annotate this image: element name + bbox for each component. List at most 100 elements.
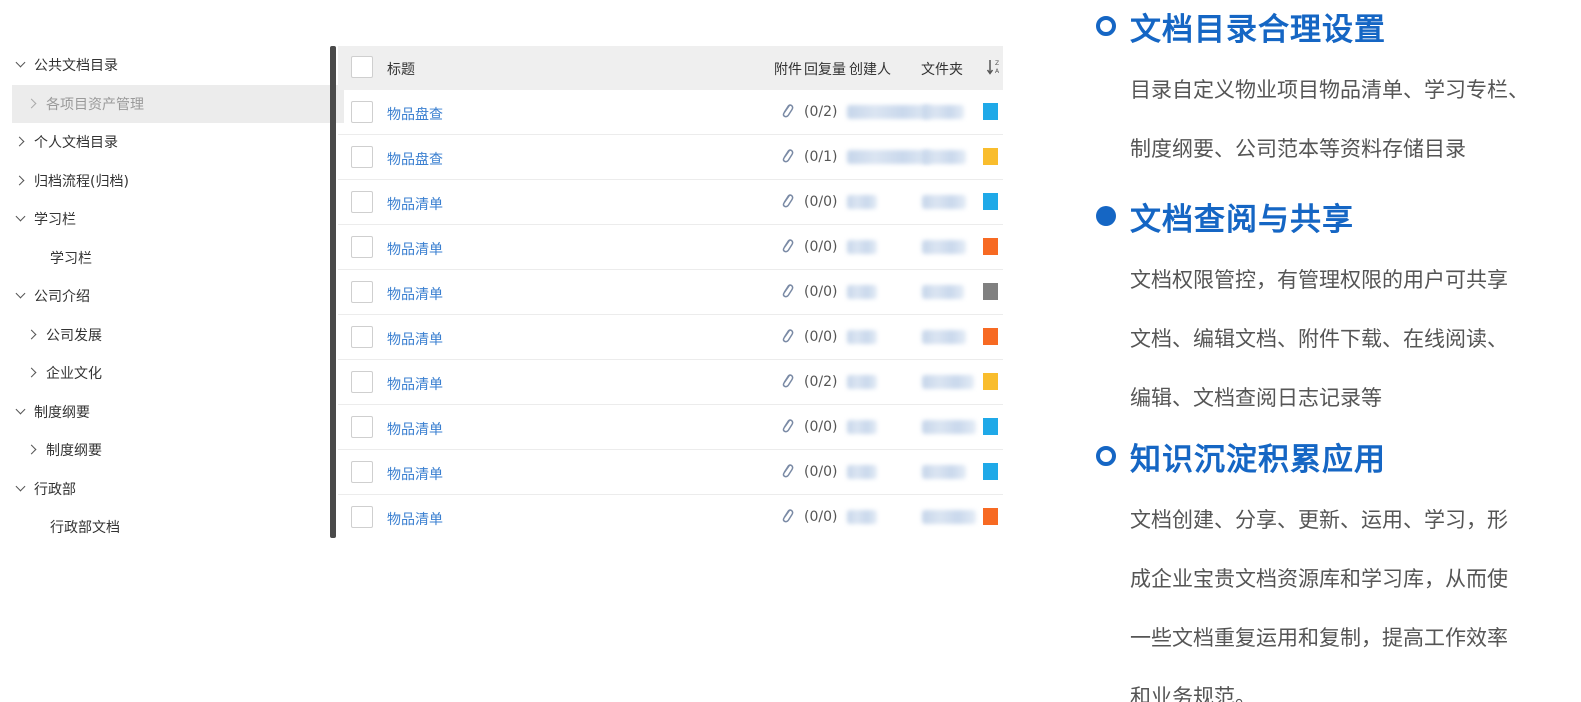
header-replies[interactable]: 回复量 xyxy=(804,59,846,79)
chevron-right-icon[interactable] xyxy=(26,366,40,380)
row-title-link[interactable]: 物品清单 xyxy=(387,464,443,484)
row-title-link[interactable]: 物品清单 xyxy=(387,194,443,214)
row-title-link[interactable]: 物品清单 xyxy=(387,329,443,349)
tree-item[interactable]: 公共文档目录 xyxy=(12,46,332,84)
tree-scrollbar[interactable] xyxy=(330,46,336,538)
tree-item[interactable]: 行政部文档 xyxy=(12,508,368,546)
row-checkbox[interactable] xyxy=(351,101,373,123)
creator-redacted xyxy=(847,150,931,164)
creator-redacted xyxy=(847,420,877,434)
paperclip-icon[interactable] xyxy=(780,372,794,390)
paperclip-icon[interactable] xyxy=(780,417,794,435)
chevron-down-icon[interactable] xyxy=(14,289,28,303)
chevron-right-icon[interactable] xyxy=(26,443,40,457)
row-title-link[interactable]: 物品清单 xyxy=(387,284,443,304)
folder-color-tag xyxy=(983,463,998,480)
chevron-down-icon[interactable] xyxy=(14,482,28,496)
creator-redacted xyxy=(847,195,877,209)
tree-item[interactable]: 归档流程(归档) xyxy=(12,162,332,200)
paperclip-icon[interactable] xyxy=(780,147,794,165)
folder-color-tag xyxy=(983,418,998,435)
table-row[interactable]: 物品清单 (0/0) xyxy=(338,225,1003,270)
chevron-right-icon[interactable] xyxy=(14,174,28,188)
tree-item-label: 学习栏 xyxy=(34,212,76,228)
chevron-down-icon[interactable] xyxy=(14,58,28,72)
tree-item[interactable]: 公司介绍 xyxy=(12,277,332,315)
folder-color-tag xyxy=(983,328,998,345)
paperclip-icon[interactable] xyxy=(780,327,794,345)
paperclip-icon[interactable] xyxy=(780,237,794,255)
table-row[interactable]: 物品清单 (0/0) xyxy=(338,315,1003,360)
paperclip-icon[interactable] xyxy=(780,282,794,300)
chevron-down-icon[interactable] xyxy=(14,212,28,226)
tree-item[interactable]: 个人文档目录 xyxy=(12,123,332,161)
row-title-link[interactable]: 物品盘查 xyxy=(387,149,443,169)
tree-item[interactable]: 学习栏 xyxy=(12,200,332,238)
row-checkbox[interactable] xyxy=(351,146,373,168)
header-title[interactable]: 标题 xyxy=(387,59,415,79)
table-row[interactable]: 物品清单 (0/0) xyxy=(338,270,1003,315)
chevron-right-icon[interactable] xyxy=(26,97,40,111)
table-row[interactable]: 物品清单 (0/0) xyxy=(338,495,1003,538)
tree-item[interactable]: 公司发展 xyxy=(12,316,344,354)
table-row[interactable]: 物品清单 (0/0) xyxy=(338,405,1003,450)
row-replies: (0/0) xyxy=(804,239,838,255)
creator-redacted xyxy=(847,465,877,479)
paperclip-icon[interactable] xyxy=(780,192,794,210)
chevron-right-icon[interactable] xyxy=(26,328,40,342)
row-title-link[interactable]: 物品清单 xyxy=(387,509,443,529)
row-replies: (0/0) xyxy=(804,419,838,435)
hollow-circle-icon xyxy=(1096,16,1116,36)
row-title-link[interactable]: 物品清单 xyxy=(387,374,443,394)
row-checkbox[interactable] xyxy=(351,506,373,528)
row-replies: (0/0) xyxy=(804,509,838,525)
tree-item[interactable]: 各项目资产管理 xyxy=(12,84,344,123)
row-checkbox[interactable] xyxy=(351,461,373,483)
folder-redacted xyxy=(922,240,966,254)
table-row[interactable]: 物品盘查 (0/2) xyxy=(338,90,1003,135)
creator-redacted xyxy=(847,510,877,524)
row-checkbox[interactable] xyxy=(351,416,373,438)
table-row[interactable]: 物品清单 (0/0) xyxy=(338,450,1003,495)
row-checkbox[interactable] xyxy=(351,236,373,258)
chevron-right-icon[interactable] xyxy=(14,135,28,149)
row-checkbox[interactable] xyxy=(351,326,373,348)
row-title-link[interactable]: 物品清单 xyxy=(387,419,443,439)
header-creator[interactable]: 创建人 xyxy=(849,59,891,79)
header-attachment[interactable]: 附件 xyxy=(774,59,802,79)
paperclip-icon[interactable] xyxy=(780,102,794,120)
row-replies: (0/1) xyxy=(804,149,838,165)
select-all-checkbox[interactable] xyxy=(351,56,373,78)
feature-description-line: 和业务规范。 xyxy=(1130,685,1256,702)
feature-description-line: 目录自定义物业项目物品清单、学习专栏、 xyxy=(1130,78,1529,102)
folder-redacted xyxy=(922,105,964,119)
header-folder[interactable]: 文件夹 xyxy=(921,59,963,79)
table-row[interactable]: 物品清单 (0/2) xyxy=(338,360,1003,405)
row-checkbox[interactable] xyxy=(351,281,373,303)
sort-az-icon[interactable]: Z A xyxy=(986,58,1002,76)
tree-item[interactable]: 制度纲要 xyxy=(12,431,344,469)
paperclip-icon[interactable] xyxy=(780,507,794,525)
tree-item-label: 个人文档目录 xyxy=(34,135,118,151)
creator-redacted xyxy=(847,330,877,344)
chevron-down-icon[interactable] xyxy=(14,405,28,419)
folder-redacted xyxy=(922,375,974,389)
row-checkbox[interactable] xyxy=(351,371,373,393)
tree-item[interactable]: 学习栏 xyxy=(12,239,368,277)
row-replies: (0/0) xyxy=(804,464,838,480)
table-row[interactable]: 物品盘查 (0/1) xyxy=(338,135,1003,180)
folder-color-tag xyxy=(983,283,998,300)
paperclip-icon[interactable] xyxy=(780,462,794,480)
tree-item[interactable]: 制度纲要 xyxy=(12,393,332,431)
creator-redacted xyxy=(847,105,931,119)
table-row[interactable]: 物品清单 (0/0) xyxy=(338,180,1003,225)
tree-item[interactable]: 企业文化 xyxy=(12,354,344,392)
row-title-link[interactable]: 物品清单 xyxy=(387,239,443,259)
row-title-link[interactable]: 物品盘查 xyxy=(387,104,443,124)
creator-redacted xyxy=(847,375,877,389)
folder-redacted xyxy=(922,465,966,479)
row-checkbox[interactable] xyxy=(351,191,373,213)
tree-item[interactable]: 行政部 xyxy=(12,470,332,508)
feature-title: 文档目录合理设置 xyxy=(1130,12,1386,48)
tree-item-label: 制度纲要 xyxy=(46,443,102,459)
